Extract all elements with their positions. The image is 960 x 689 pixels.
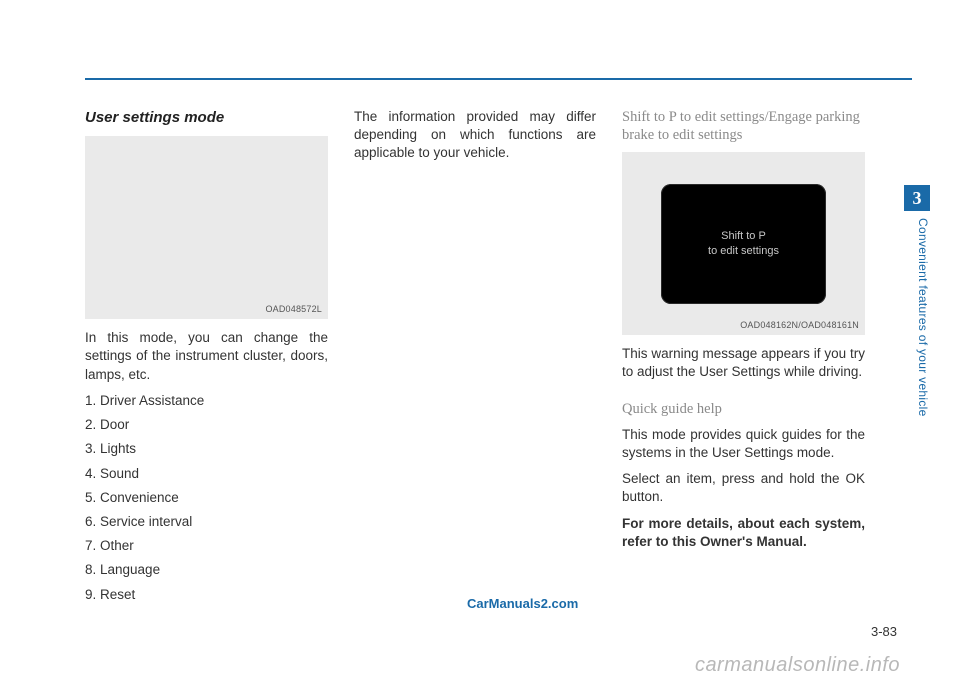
list-item: 2. Door: [85, 416, 328, 434]
list-item: 4. Sound: [85, 465, 328, 483]
col2-para: The information provided may differ depe…: [354, 108, 596, 163]
sectionB-p3: For more details, about each system, ref…: [622, 515, 865, 551]
bottom-watermark: carmanualsonline.info: [695, 654, 900, 677]
list-item: 3. Lights: [85, 440, 328, 458]
instrument-line2: to edit settings: [708, 244, 779, 259]
list-item: 6. Service interval: [85, 513, 328, 531]
list-item: 9. Reset: [85, 586, 328, 604]
instrument-display: Shift to P to edit settings: [661, 184, 826, 304]
top-rule: [85, 78, 912, 80]
chapter-number: 3: [913, 188, 922, 209]
column-2: The information provided may differ depe…: [354, 108, 596, 610]
sectionB-p2: Select an item, press and hold the OK bu…: [622, 470, 865, 506]
chapter-label: Convenient features of your vehicle: [904, 218, 930, 417]
user-settings-heading: User settings mode: [85, 108, 328, 128]
col1-intro: In this mode, you can change the setting…: [85, 329, 328, 384]
figure-caption-1: OAD048572L: [265, 303, 322, 315]
instrument-text: Shift to P to edit settings: [708, 229, 779, 259]
shift-to-p-heading: Shift to P to edit settings/Engage parki…: [622, 108, 865, 144]
sectionB-p1: This mode provides quick guides for the …: [622, 426, 865, 462]
figure-shift-to-p: Shift to P to edit settings OAD048162N/O…: [622, 152, 865, 335]
watermark-link: CarManuals2.com: [467, 596, 578, 611]
sectionA-para: This warning message appears if you try …: [622, 345, 865, 381]
column-3: Shift to P to edit settings/Engage parki…: [622, 108, 865, 610]
column-1: User settings mode OAD048572L In this mo…: [85, 108, 328, 610]
list-item: 5. Convenience: [85, 489, 328, 507]
page-number: 3-83: [871, 624, 897, 639]
list-item: 1. Driver Assistance: [85, 392, 328, 410]
figure-user-settings: OAD048572L: [85, 136, 328, 319]
list-item: 8. Language: [85, 561, 328, 579]
list-item: 7. Other: [85, 537, 328, 555]
chapter-tab: 3: [904, 185, 930, 211]
content-columns: User settings mode OAD048572L In this mo…: [85, 108, 865, 610]
figure-caption-2: OAD048162N/OAD048161N: [740, 319, 859, 331]
quick-guide-heading: Quick guide help: [622, 400, 865, 418]
instrument-line1: Shift to P: [708, 229, 779, 244]
